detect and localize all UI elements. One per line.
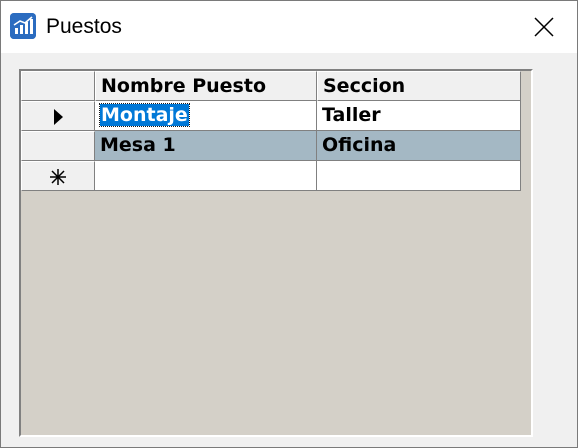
cell-nombre-puesto[interactable] <box>95 161 317 191</box>
close-button[interactable] <box>515 7 573 47</box>
title-bar[interactable]: Puestos <box>1 1 577 53</box>
current-row-icon <box>54 109 63 125</box>
chart-app-icon <box>10 13 36 39</box>
cell-nombre-puesto[interactable]: Montaje <box>95 101 317 131</box>
cell-seccion[interactable]: Taller <box>317 101 521 131</box>
row-header-corner[interactable] <box>21 71 95 101</box>
window-title: Puestos <box>46 15 122 38</box>
column-header-seccion[interactable]: Seccion <box>317 71 521 101</box>
cell-seccion[interactable] <box>317 161 521 191</box>
client-area: Nombre Puesto Seccion Montaje Taller Mes… <box>1 53 577 447</box>
cell-nombre-puesto[interactable]: Mesa 1 <box>95 131 317 161</box>
row-header[interactable] <box>21 161 95 191</box>
cell-seccion[interactable]: Oficina <box>317 131 521 161</box>
row-header[interactable] <box>21 131 95 161</box>
data-grid[interactable]: Nombre Puesto Seccion Montaje Taller Mes… <box>19 69 533 437</box>
new-row-icon <box>50 169 66 185</box>
row-header[interactable] <box>21 101 95 131</box>
cell-edit-text[interactable]: Montaje <box>99 103 190 127</box>
puestos-window: Puestos Nombre Puesto Seccion Montaje Ta… <box>0 0 578 448</box>
column-header-nombre-puesto[interactable]: Nombre Puesto <box>95 71 317 101</box>
close-icon <box>534 17 554 37</box>
